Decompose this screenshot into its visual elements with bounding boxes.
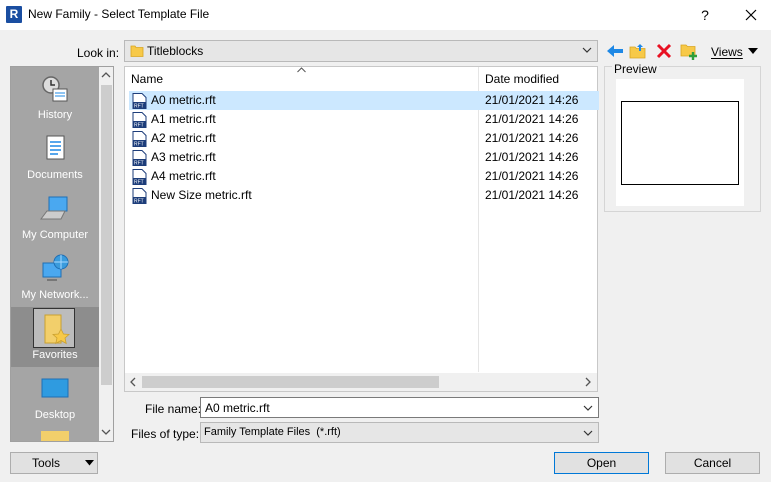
- views-label: Views: [711, 45, 743, 59]
- file-name: A2 metric.rft: [151, 131, 216, 145]
- place-desktop[interactable]: Desktop: [11, 367, 99, 427]
- preview-label: Preview: [612, 62, 659, 76]
- close-button[interactable]: [734, 2, 768, 28]
- file-name: A3 metric.rft: [151, 150, 216, 164]
- svg-text:RFT: RFT: [134, 142, 144, 148]
- scroll-right-icon[interactable]: [583, 377, 593, 387]
- svg-text:RFT: RFT: [134, 199, 144, 205]
- views-dropdown-icon[interactable]: [748, 47, 758, 55]
- file-list: Name Date modified RFT A0 metric.rft 21/…: [124, 65, 599, 392]
- desktop-icon: [41, 378, 69, 398]
- place-history[interactable]: History: [11, 67, 99, 127]
- file-name-input[interactable]: A0 metric.rft: [200, 397, 599, 418]
- rft-file-icon: RFT: [132, 131, 147, 147]
- look-in-label: Look in:: [77, 46, 120, 60]
- chevron-down-icon: [582, 47, 592, 53]
- rft-file-icon: RFT: [132, 150, 147, 166]
- file-name: New Size metric.rft: [151, 188, 252, 202]
- title-bar: R New Family - Select Template File ?: [0, 0, 771, 30]
- file-row[interactable]: RFT A1 metric.rft 21/01/2021 14:26: [129, 110, 599, 129]
- svg-text:RFT: RFT: [134, 104, 144, 110]
- place-favorites[interactable]: Favorites: [11, 307, 99, 367]
- file-type-label: Files of type:: [131, 427, 200, 441]
- place-my-computer[interactable]: My Computer: [11, 187, 99, 247]
- scroll-thumb[interactable]: [101, 85, 112, 385]
- look-in-value: Titleblocks: [147, 44, 204, 58]
- file-row[interactable]: RFT A4 metric.rft 21/01/2021 14:26: [129, 167, 599, 186]
- place-label: History: [37, 109, 73, 121]
- file-date: 21/01/2021 14:26: [485, 150, 579, 164]
- file-type-select[interactable]: Family Template Files (*.rft): [200, 422, 599, 443]
- column-header-date[interactable]: Date modified: [479, 67, 597, 91]
- file-type-value: Family Template Files (*.rft): [204, 426, 341, 438]
- file-name-value: A0 metric.rft: [205, 401, 270, 415]
- places-scrollbar[interactable]: [99, 67, 113, 441]
- sort-ascending-icon: [297, 65, 306, 75]
- place-label: My Computer: [21, 229, 89, 241]
- preview-thumbnail: [621, 101, 739, 185]
- rft-file-icon: RFT: [132, 169, 147, 185]
- file-name: A4 metric.rft: [151, 169, 216, 183]
- place-documents[interactable]: Documents: [11, 127, 99, 187]
- open-button[interactable]: Open: [554, 452, 649, 474]
- look-in-combo[interactable]: Titleblocks: [124, 40, 598, 62]
- hscroll-thumb[interactable]: [142, 376, 439, 388]
- network-icon: [42, 254, 69, 281]
- file-date: 21/01/2021 14:26: [485, 112, 579, 126]
- chevron-down-icon[interactable]: [583, 428, 593, 438]
- new-folder-icon[interactable]: [679, 41, 699, 61]
- tools-dropdown-icon: [85, 460, 94, 466]
- views-button[interactable]: Views: [711, 45, 743, 59]
- place-label: Desktop: [34, 409, 76, 421]
- file-date: 21/01/2021 14:26: [485, 188, 579, 202]
- svg-text:RFT: RFT: [134, 161, 144, 167]
- file-name: A0 metric.rft: [151, 93, 216, 107]
- cancel-button[interactable]: Cancel: [665, 452, 760, 474]
- chevron-down-icon[interactable]: [583, 403, 593, 413]
- file-date: 21/01/2021 14:26: [485, 131, 579, 145]
- file-date: 21/01/2021 14:26: [485, 169, 579, 183]
- favorites-icon: [44, 314, 70, 345]
- tools-button[interactable]: Tools: [10, 452, 98, 474]
- file-name-label: File name:: [145, 402, 202, 416]
- tools-label: Tools: [31, 456, 60, 470]
- file-row[interactable]: RFT A2 metric.rft 21/01/2021 14:26: [129, 129, 599, 148]
- file-date: 21/01/2021 14:26: [485, 93, 579, 107]
- file-name: A1 metric.rft: [151, 112, 216, 126]
- scroll-up-icon[interactable]: [101, 70, 111, 80]
- rft-file-icon: RFT: [132, 188, 147, 204]
- place-label: My Network...: [21, 289, 89, 301]
- close-icon: [745, 9, 757, 21]
- up-folder-icon[interactable]: [628, 41, 648, 61]
- scroll-left-icon[interactable]: [128, 377, 138, 387]
- back-arrow-icon[interactable]: [605, 41, 625, 61]
- delete-icon[interactable]: [654, 41, 674, 61]
- documents-icon: [46, 135, 65, 160]
- place-label: Documents: [27, 169, 83, 181]
- file-row[interactable]: RFT New Size metric.rft 21/01/2021 14:26: [129, 186, 599, 205]
- folder-icon: [130, 45, 144, 57]
- rft-file-icon: RFT: [132, 93, 147, 109]
- svg-text:RFT: RFT: [134, 123, 144, 129]
- column-name-label: Name: [131, 72, 164, 86]
- window-title: New Family - Select Template File: [28, 7, 210, 21]
- rft-file-icon: RFT: [132, 112, 147, 128]
- revit-app-icon: R: [6, 6, 22, 23]
- scroll-down-icon[interactable]: [101, 427, 111, 437]
- file-list-hscrollbar[interactable]: [125, 373, 597, 391]
- places-list: History Documents My Computer My Network…: [11, 67, 99, 441]
- column-date-label: Date modified: [485, 72, 560, 86]
- file-row[interactable]: RFT A3 metric.rft 21/01/2021 14:26: [129, 148, 599, 167]
- computer-icon: [40, 196, 68, 220]
- svg-text:RFT: RFT: [134, 180, 144, 186]
- place-label: Favorites: [32, 349, 78, 361]
- help-button[interactable]: ?: [688, 2, 722, 28]
- place-my-network[interactable]: My Network...: [11, 247, 99, 307]
- places-bar: History Documents My Computer My Network…: [10, 66, 114, 442]
- history-icon: [42, 76, 68, 102]
- partial-place-icon: [41, 431, 69, 441]
- file-row[interactable]: RFT A0 metric.rft 21/01/2021 14:26: [129, 91, 599, 110]
